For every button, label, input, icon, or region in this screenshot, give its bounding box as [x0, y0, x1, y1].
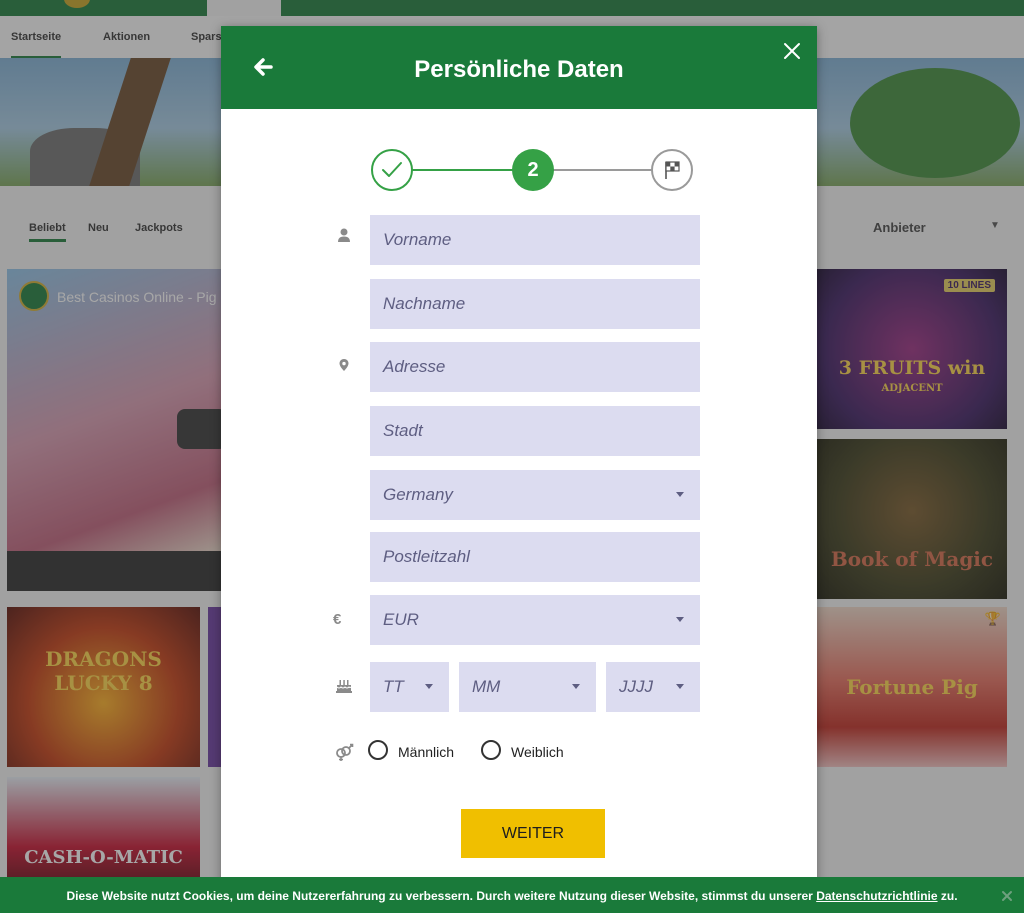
dob-day-placeholder: TT: [383, 677, 404, 696]
country-value: Germany: [383, 485, 453, 504]
zip-field[interactable]: Postleitzahl: [370, 532, 700, 582]
step-1-completed: [371, 149, 413, 191]
cookie-message: Diese Website nutzt Cookies, um deine Nu…: [0, 877, 1024, 913]
dob-month-placeholder: MM: [472, 677, 501, 696]
address-field[interactable]: Adresse: [370, 342, 700, 392]
dob-day-select[interactable]: TT: [370, 662, 449, 712]
lastname-placeholder: Nachname: [383, 294, 466, 313]
gender-female-label: Weiblich: [511, 744, 564, 760]
currency-value: EUR: [383, 610, 419, 629]
close-icon[interactable]: [1001, 889, 1013, 901]
cookie-text-before: Diese Website nutzt Cookies, um deine Nu…: [66, 889, 817, 903]
address-placeholder: Adresse: [383, 357, 446, 376]
progress-stepper: 2: [371, 149, 693, 191]
modal-header: Persönliche Daten: [221, 26, 817, 109]
euro-icon: €: [333, 611, 342, 628]
cookie-banner: Diese Website nutzt Cookies, um deine Nu…: [0, 877, 1024, 913]
radio-circle[interactable]: [481, 740, 501, 760]
firstname-field[interactable]: Vorname: [370, 215, 700, 265]
checkmark-icon: [382, 162, 402, 177]
gender-male-label: Männlich: [398, 744, 455, 760]
privacy-policy-link[interactable]: Datenschutzrichtlinie: [816, 889, 937, 903]
chevron-down-icon: [676, 684, 684, 689]
person-icon: [333, 225, 355, 247]
location-pin-icon: [333, 356, 355, 378]
radio-circle[interactable]: [368, 740, 388, 760]
city-placeholder: Stadt: [383, 421, 423, 440]
weiter-button[interactable]: WEITER: [461, 809, 605, 858]
checkered-flag-icon: [665, 161, 680, 179]
step-2-current: 2: [512, 149, 554, 191]
chevron-down-icon: [676, 492, 684, 497]
birthday-cake-icon: [333, 674, 355, 696]
chevron-down-icon: [425, 684, 433, 689]
gender-icon: [333, 741, 355, 763]
stepper-line-completed: [411, 169, 513, 171]
dob-month-select[interactable]: MM: [459, 662, 596, 712]
country-select[interactable]: Germany: [370, 470, 700, 520]
zip-placeholder: Postleitzahl: [383, 547, 470, 566]
lastname-field[interactable]: Nachname: [370, 279, 700, 329]
modal-title: Persönliche Daten: [414, 56, 624, 83]
currency-select[interactable]: EUR: [370, 595, 700, 645]
chevron-down-icon: [676, 617, 684, 622]
close-icon[interactable]: [781, 40, 803, 62]
chevron-down-icon: [572, 684, 580, 689]
stepper-line-pending: [551, 169, 653, 171]
firstname-placeholder: Vorname: [383, 230, 452, 249]
dob-year-placeholder: JJJJ: [619, 677, 653, 696]
step-3-finish: [651, 149, 693, 191]
dob-year-select[interactable]: JJJJ: [606, 662, 700, 712]
cookie-text-after: zu.: [937, 889, 958, 903]
personal-data-modal: Persönliche Daten 2 Vorname Nachname Adr…: [221, 26, 817, 886]
city-field[interactable]: Stadt: [370, 406, 700, 456]
